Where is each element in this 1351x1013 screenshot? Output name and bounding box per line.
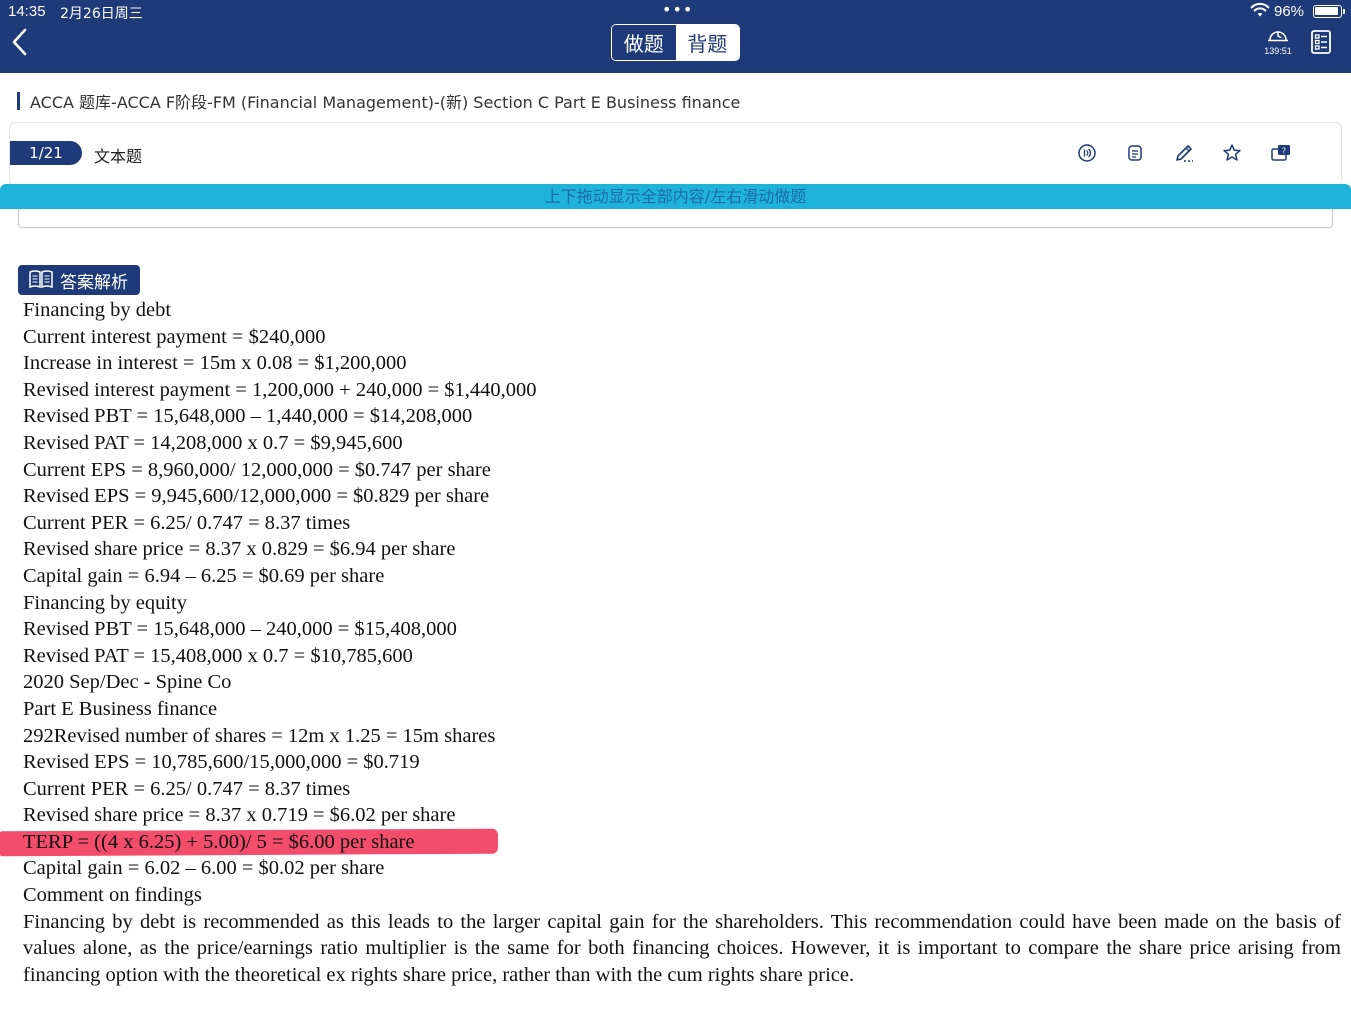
drag-hint-banner[interactable]: 上下拖动显示全部内容/左右滑动做题 xyxy=(0,184,1351,209)
answer-line: Revised share price = 8.37 x 0.719 = $6.… xyxy=(23,804,456,827)
chevron-left-icon xyxy=(12,28,27,56)
notes-button[interactable] xyxy=(1124,142,1146,164)
answer-line: Revised PBT = 15,648,000 – 1,440,000 = $… xyxy=(23,405,473,428)
answer-line: Revised interest payment = 1,200,000 + 2… xyxy=(23,378,537,401)
answer-line: Revised PAT = 14,208,000 x 0.7 = $9,945,… xyxy=(23,431,403,454)
answer-line-highlighted[interactable]: TERP = ((4 x 6.25) + 5.00)/ 5 = $6.00 pe… xyxy=(0,828,1341,857)
answer-line: Financing by equity xyxy=(23,591,187,614)
timer-value: 139:51 xyxy=(1264,46,1292,56)
pencil-icon xyxy=(1176,145,1193,162)
answer-line: Revised PBT = 15,648,000 – 240,000 = $15… xyxy=(23,618,457,641)
answer-line: Revised share price = 8.37 x 0.829 = $6.… xyxy=(23,538,456,561)
tab-memorize[interactable]: 背题 xyxy=(675,25,739,60)
status-date: 2月26日周三 xyxy=(60,6,143,22)
alarm-clock-icon xyxy=(1268,31,1288,42)
breadcrumb: ACCA 题库-ACCA F阶段-FM (Financial Managemen… xyxy=(17,90,741,112)
answer-line: Part E Business finance xyxy=(23,697,218,720)
answer-sheet-button[interactable] xyxy=(1309,29,1333,55)
breadcrumb-accent xyxy=(17,91,20,110)
edit-button[interactable] xyxy=(1173,142,1195,164)
status-time: 14:35 xyxy=(8,3,46,20)
favorite-button[interactable] xyxy=(1221,142,1243,164)
answer-line: Capital gain = 6.02 – 6.00 = $0.02 per s… xyxy=(23,857,385,880)
answer-analysis-tag: 答案解析 xyxy=(18,265,140,295)
wifi-icon xyxy=(1250,2,1270,22)
mode-switch: 做题 背题 xyxy=(611,24,740,61)
breadcrumb-text: ACCA 题库-ACCA F阶段-FM (Financial Managemen… xyxy=(30,92,741,112)
question-index-badge: 1/21 xyxy=(10,141,82,165)
answer-paragraph: Financing by debt is recommended as this… xyxy=(23,910,1341,986)
answer-line: Increase in interest = 15m x 0.08 = $1,2… xyxy=(23,352,407,375)
top-nav-bar: 14:35 2月26日周三 ••• 96% 做题 背题 139:51 xyxy=(0,0,1351,73)
multitask-dots[interactable]: ••• xyxy=(662,0,693,19)
svg-text:?: ? xyxy=(1282,147,1286,156)
question-content-frame xyxy=(18,209,1333,228)
back-button[interactable] xyxy=(8,26,36,58)
feedback-icon: ? xyxy=(1271,145,1290,161)
answer-sheet-icon xyxy=(1311,30,1331,54)
highlighted-text: TERP = ((4 x 6.25) + 5.00)/ 5 = $6.00 pe… xyxy=(23,830,415,853)
answer-line: Current PER = 6.25/ 0.747 = 8.37 times xyxy=(23,777,351,800)
answer-line: Financing by debt xyxy=(23,299,172,321)
answer-line: 2020 Sep/Dec - Spine Co xyxy=(23,671,232,694)
audio-icon xyxy=(1078,144,1096,162)
star-icon xyxy=(1223,144,1241,161)
timer-button[interactable]: 139:51 xyxy=(1258,26,1298,56)
answer-line: Revised EPS = 9,945,600/12,000,000 = $0.… xyxy=(23,485,490,508)
battery-icon xyxy=(1313,5,1345,18)
answer-line: 292Revised number of shares = 12m x 1.25… xyxy=(23,724,496,747)
answer-line: Current interest payment = $240,000 xyxy=(23,325,326,348)
tab-practice[interactable]: 做题 xyxy=(612,25,676,60)
answer-line: Current PER = 6.25/ 0.747 = 8.37 times xyxy=(23,511,351,534)
open-book-icon xyxy=(29,270,53,289)
feedback-button[interactable]: ? xyxy=(1270,142,1292,164)
answer-line: Revised PAT = 15,408,000 x 0.7 = $10,785… xyxy=(23,644,413,667)
answer-line: Revised EPS = 10,785,600/15,000,000 = $0… xyxy=(23,751,420,774)
answer-analysis-label: 答案解析 xyxy=(60,272,128,293)
answer-line: Comment on findings xyxy=(23,884,202,907)
audio-button[interactable] xyxy=(1076,142,1098,164)
question-type: 文本题 xyxy=(94,147,143,166)
answer-line: Current EPS = 8,960,000/ 12,000,000 = $0… xyxy=(23,458,491,481)
answer-content: Financing by debt Current interest payme… xyxy=(0,297,1341,988)
answer-line: Capital gain = 6.94 – 6.25 = $0.69 per s… xyxy=(23,564,385,587)
notes-icon xyxy=(1128,145,1142,161)
battery-percent: 96% xyxy=(1274,3,1305,20)
